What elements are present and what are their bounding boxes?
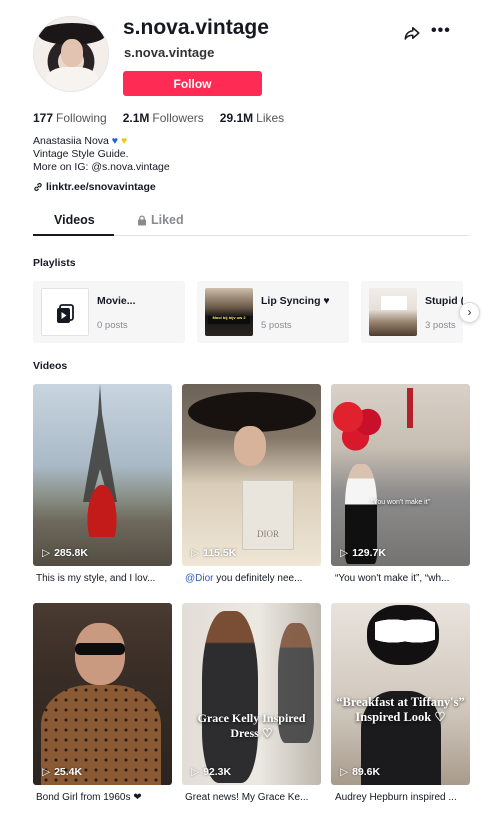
playlists-heading: Playlists bbox=[33, 257, 76, 269]
playlist-title: Movie... bbox=[97, 295, 136, 307]
follow-button[interactable]: Follow bbox=[123, 71, 262, 96]
balloons-graphic bbox=[333, 402, 383, 452]
playlist-count: 3 posts bbox=[425, 320, 456, 331]
profile-bio: Anastasiia Nova ♥ ♥ Vintage Style Guide.… bbox=[33, 135, 170, 174]
view-count: ▷ 129.7K bbox=[340, 547, 386, 559]
share-arrow-icon[interactable] bbox=[403, 24, 421, 42]
face-graphic bbox=[234, 426, 266, 466]
view-count: ▷ 25.4K bbox=[42, 766, 83, 778]
chevron-right-icon: › bbox=[467, 305, 472, 319]
bio-line-2: Vintage Style Guide. bbox=[33, 148, 129, 160]
play-icon: ▷ bbox=[191, 766, 200, 778]
playlist-count: 0 posts bbox=[97, 320, 128, 331]
stat-followers[interactable]: 2.1M Followers bbox=[123, 111, 204, 125]
stat-following[interactable]: 177 Following bbox=[33, 111, 107, 125]
video-card[interactable]: “Breakfast at Tiffany's” Inspired Look ♡… bbox=[331, 603, 470, 785]
woman-red-dress-graphic bbox=[85, 479, 119, 537]
dior-box-graphic: DIOR bbox=[242, 480, 294, 550]
stat-likes: 29.1M Likes bbox=[219, 111, 285, 125]
tab-videos[interactable]: Videos bbox=[54, 213, 95, 227]
video-caption[interactable]: @Dior you definitely nee... bbox=[185, 573, 325, 584]
video-card[interactable]: “You won't make it” ▷ 129.7K bbox=[331, 384, 470, 566]
profile-stats: 177 Following 2.1M Followers 29.1M Likes bbox=[33, 111, 284, 125]
playlist-card[interactable]: Stupid ( 3 posts bbox=[361, 281, 463, 343]
playlist-title: Lip Syncing ♥ bbox=[261, 295, 330, 307]
playlist-icon bbox=[57, 304, 74, 323]
video-overlay-text: “You won't make it” bbox=[370, 499, 431, 506]
playlist-card[interactable]: Movie... 0 posts bbox=[33, 281, 185, 343]
view-count: ▷ 89.6K bbox=[340, 766, 381, 778]
playlist-card[interactable]: Mooi bij bijv uw 2 Lip Syncing ♥ 5 posts bbox=[197, 281, 349, 343]
video-caption[interactable]: This is my style, and I lov... bbox=[36, 573, 176, 584]
playlist-thumb: Mooi bij bijv uw 2 bbox=[205, 288, 253, 336]
playlist-count: 5 posts bbox=[261, 320, 292, 331]
play-icon: ▷ bbox=[42, 547, 51, 559]
link-icon bbox=[34, 183, 42, 191]
flag-graphic bbox=[407, 388, 413, 428]
profile-subtitle: s.nova.vintage bbox=[124, 45, 215, 60]
view-count: ▷ 92.3K bbox=[191, 766, 232, 778]
video-caption[interactable]: Bond Girl from 1960s ❤ bbox=[36, 792, 176, 803]
video-caption[interactable]: “You won't make it”, “wh... bbox=[335, 573, 475, 584]
yellow-heart-icon: ♥ bbox=[120, 135, 128, 147]
bio-line-3: More on IG: @s.nova.vintage bbox=[33, 161, 170, 173]
bio-name: Anastasiia Nova bbox=[33, 135, 109, 147]
play-icon: ▷ bbox=[340, 547, 349, 559]
active-tab-indicator bbox=[33, 234, 114, 236]
bow-graphic bbox=[375, 613, 435, 649]
tab-liked[interactable]: Liked bbox=[137, 213, 184, 227]
video-caption[interactable]: Great news! My Grace Ke... bbox=[185, 792, 325, 803]
profile-avatar[interactable] bbox=[33, 16, 109, 92]
caption-mention[interactable]: @Dior bbox=[185, 573, 214, 584]
profile-title: s.nova.vintage bbox=[123, 16, 269, 39]
video-card[interactable]: DIOR ▷ 115.5K bbox=[182, 384, 321, 566]
profile-link[interactable]: linktr.ee/snovavintage bbox=[33, 181, 156, 193]
more-dots-icon[interactable]: ••• bbox=[431, 22, 451, 40]
video-card[interactable]: ▷ 285.8K bbox=[33, 384, 172, 566]
lock-icon bbox=[138, 214, 146, 225]
playlist-thumb bbox=[41, 288, 89, 336]
profile-tabs: Videos Liked bbox=[33, 208, 469, 236]
playlist-thumb bbox=[369, 288, 417, 336]
view-count: ▷ 115.5K bbox=[191, 547, 237, 559]
video-card[interactable]: Grace Kelly Inspired Dress ♡ ▷ 92.3K bbox=[182, 603, 321, 785]
video-overlay-text: “Breakfast at Tiffany's” Inspired Look ♡ bbox=[336, 695, 465, 724]
videos-heading: Videos bbox=[33, 360, 68, 372]
play-icon: ▷ bbox=[42, 766, 51, 778]
woman-graphic bbox=[202, 611, 258, 783]
video-card[interactable]: ▷ 25.4K bbox=[33, 603, 172, 785]
video-overlay-text: Grace Kelly Inspired Dress ♡ bbox=[197, 711, 306, 740]
play-icon: ▷ bbox=[340, 766, 349, 778]
view-count: ▷ 285.8K bbox=[42, 547, 88, 559]
blue-heart-icon: ♥ bbox=[111, 135, 119, 147]
playlist-title: Stupid ( bbox=[425, 295, 463, 307]
sunglasses-graphic bbox=[75, 643, 125, 655]
video-caption[interactable]: Audrey Hepburn inspired ... bbox=[335, 792, 475, 803]
play-icon: ▷ bbox=[191, 547, 200, 559]
playlist-next-button[interactable]: › bbox=[459, 302, 480, 323]
